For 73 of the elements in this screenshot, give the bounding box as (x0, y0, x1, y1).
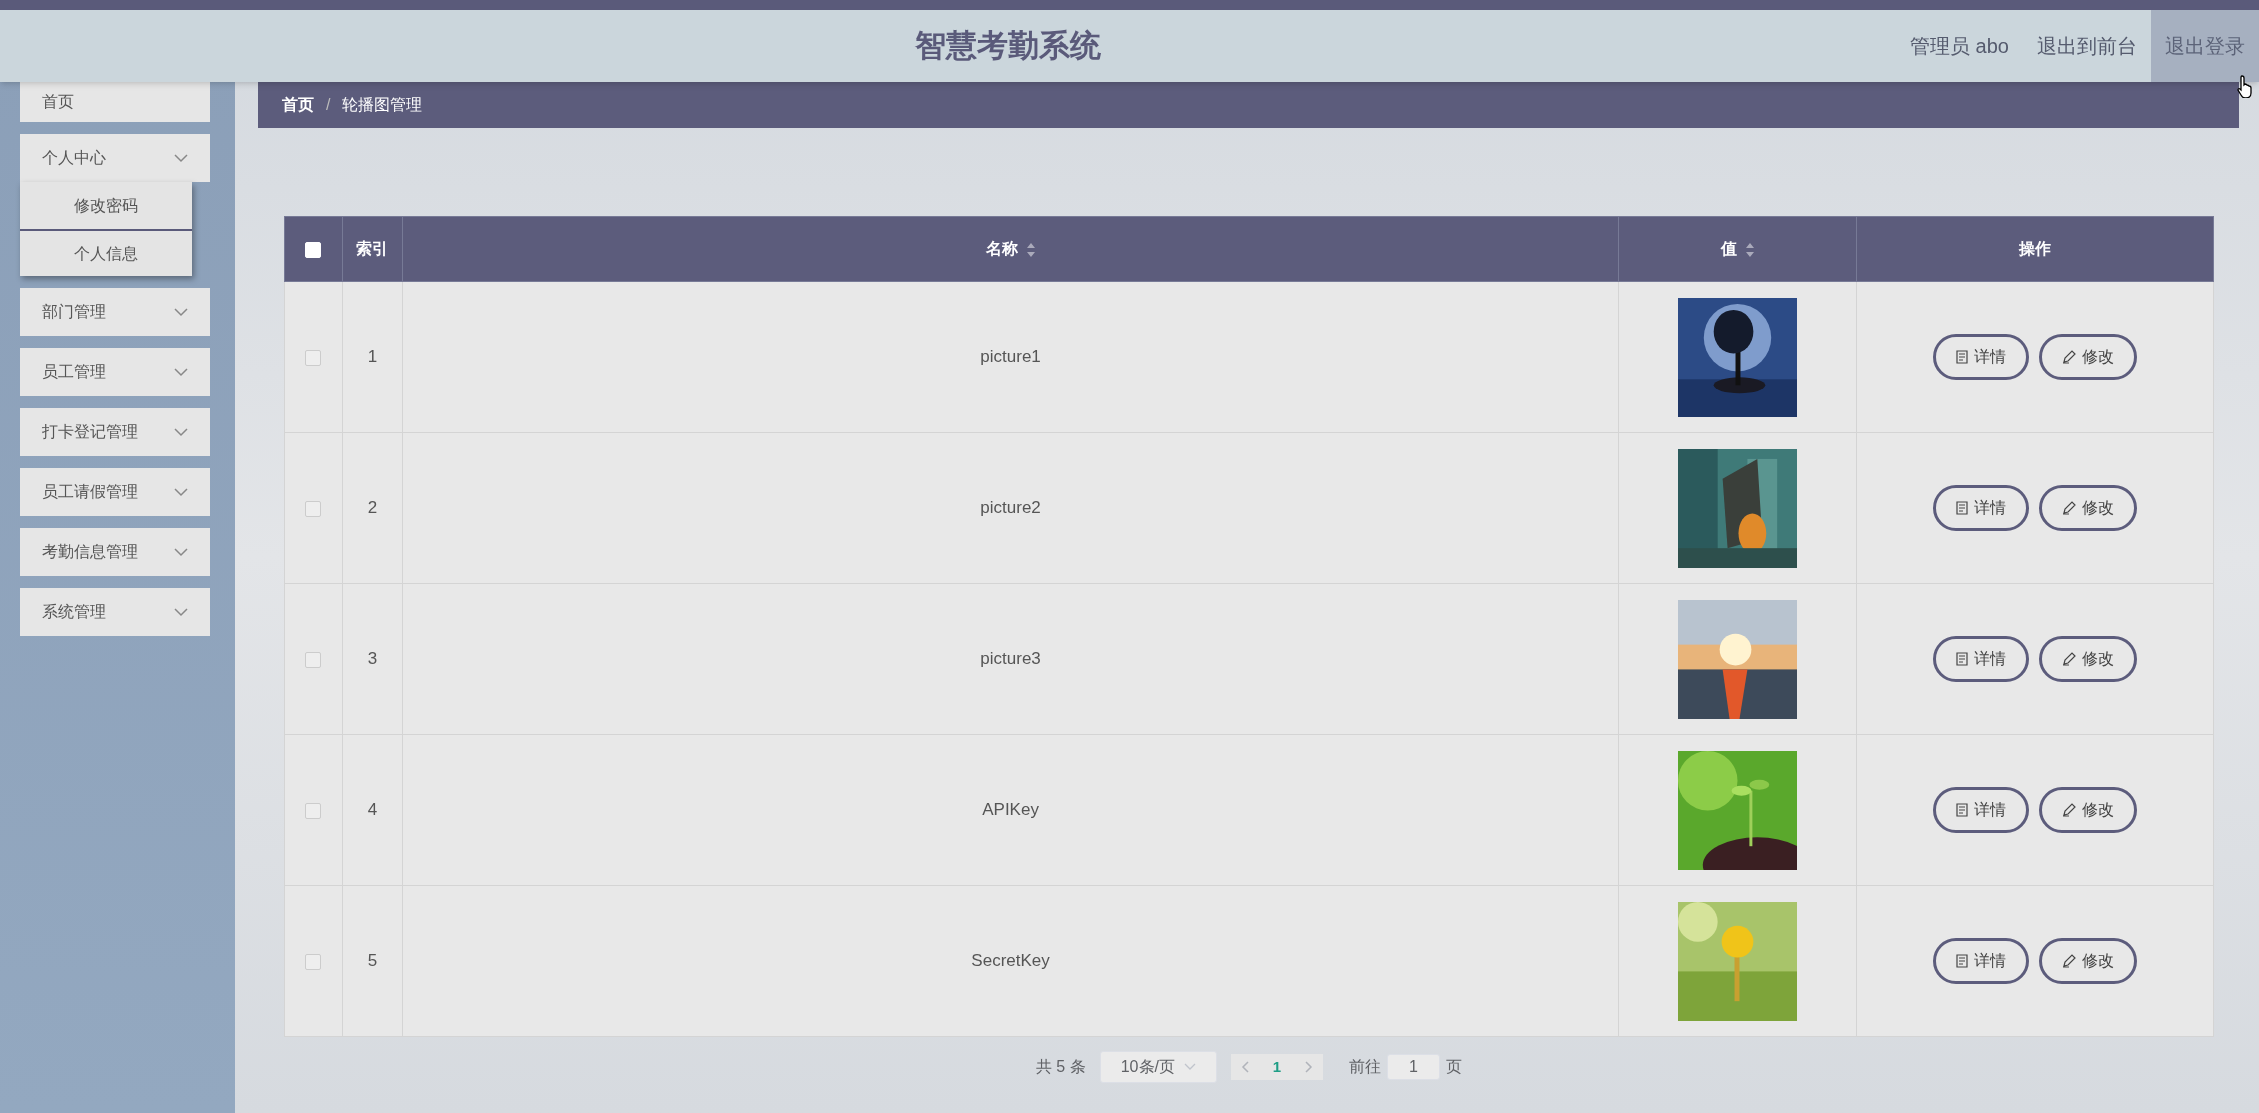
document-icon (1956, 652, 1969, 666)
page-suffix: 页 (1446, 1057, 1463, 1077)
chevron-down-icon (174, 367, 188, 377)
checkbox[interactable] (305, 349, 322, 366)
chevron-down-icon (1183, 1063, 1196, 1071)
edit-button[interactable]: 修改 (2039, 334, 2138, 380)
table-cell: picture3 (402, 583, 1619, 735)
document-icon (1956, 954, 1969, 968)
chevron-down-icon (174, 307, 188, 317)
table-cell: SecretKey (402, 885, 1619, 1037)
chevron-down-icon (174, 427, 188, 437)
document-icon (1956, 803, 1969, 817)
sidebar-item[interactable]: 员工请假管理 (20, 468, 210, 516)
nav-link[interactable]: 管理员 abo (1896, 10, 2023, 82)
checkbox[interactable] (305, 500, 322, 517)
details-button[interactable]: 详情 (1933, 485, 2030, 531)
pen-icon (2062, 501, 2077, 515)
edit-button[interactable]: 修改 (2039, 636, 2138, 682)
breadcrumb-separator: / (326, 95, 331, 115)
checkbox[interactable] (305, 651, 322, 668)
sidebar-item[interactable]: 部门管理 (20, 288, 210, 336)
goto-label: 前往 (1349, 1057, 1382, 1077)
details-button[interactable]: 详情 (1933, 787, 2030, 833)
table-cell: 4 (342, 734, 403, 886)
edit-button[interactable]: 修改 (2039, 938, 2138, 984)
table-cell: picture2 (402, 432, 1619, 584)
pen-icon (2062, 652, 2077, 666)
details-button[interactable]: 详情 (1933, 334, 2030, 380)
pen-icon (2062, 803, 2077, 817)
column-header: 索引 (356, 240, 389, 257)
chevron-down-icon (174, 547, 188, 557)
details-button[interactable]: 详情 (1933, 636, 2030, 682)
hand-cursor-icon (2237, 74, 2255, 98)
table-cell: 5 (342, 885, 403, 1037)
checkbox[interactable] (305, 802, 322, 819)
chevron-down-icon (174, 607, 188, 617)
next-page-icon[interactable] (1305, 1061, 1314, 1073)
submenu-item[interactable]: 修改密码 (20, 182, 192, 229)
table-cell: picture1 (402, 281, 1619, 433)
nav-link[interactable]: 退出到前台 (2023, 10, 2151, 82)
submenu-item[interactable]: 个人信息 (20, 229, 192, 276)
column-header[interactable]: 值 (1720, 240, 1737, 257)
table-cell: 1 (342, 281, 403, 433)
breadcrumb-item[interactable]: 首页 (282, 93, 314, 117)
sidebar-item[interactable]: 个人中心 (20, 134, 210, 182)
details-button[interactable]: 详情 (1933, 938, 2030, 984)
sidebar-item[interactable]: 打卡登记管理 (20, 408, 210, 456)
sidebar-item[interactable]: 系统管理 (20, 588, 210, 636)
previous-page-icon[interactable] (1240, 1061, 1249, 1073)
table-cell: 3 (342, 583, 403, 735)
document-icon (1956, 350, 1969, 364)
total-count: 共 5 条 (1035, 1057, 1086, 1077)
page-input[interactable]: 1 (1387, 1054, 1441, 1080)
edit-button[interactable]: 修改 (2039, 485, 2138, 531)
page-size-select[interactable]: 10条/页 (1099, 1051, 1217, 1083)
checkbox[interactable] (305, 953, 322, 970)
sort-icon[interactable] (1025, 241, 1036, 258)
pen-icon (2062, 954, 2077, 968)
app-title: 智慧考勤系统 (915, 26, 1102, 65)
breadcrumb-item: 轮播图管理 (342, 95, 423, 115)
sort-icon[interactable] (1744, 241, 1755, 258)
sidebar-item[interactable]: 员工管理 (20, 348, 210, 396)
chevron-down-icon (174, 487, 188, 497)
chevron-down-icon (174, 153, 188, 163)
pen-icon (2062, 350, 2077, 364)
sidebar-item[interactable]: 首页 (20, 82, 210, 122)
table-cell: APIKey (402, 734, 1619, 886)
sidebar-item[interactable]: 考勤信息管理 (20, 528, 210, 576)
table-cell: 2 (342, 432, 403, 584)
edit-button[interactable]: 修改 (2039, 787, 2138, 833)
column-header: 操作 (2019, 240, 2052, 257)
document-icon (1956, 501, 1969, 515)
column-header[interactable]: 名称 (985, 240, 1018, 257)
